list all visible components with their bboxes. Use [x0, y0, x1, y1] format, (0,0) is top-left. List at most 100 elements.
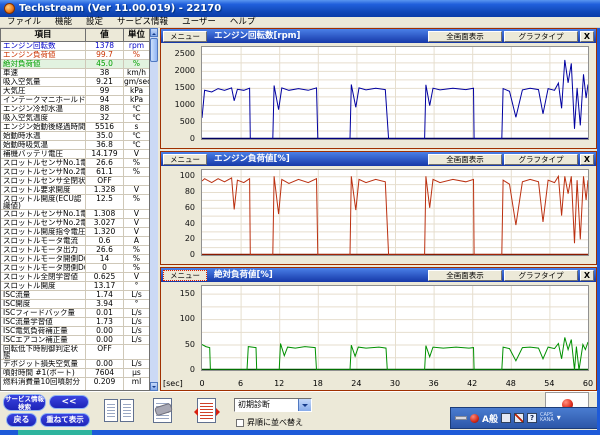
ime-orb-icon[interactable]: [470, 414, 479, 423]
table-cell: V: [124, 228, 149, 236]
sort-ascending-checkbox[interactable]: [236, 419, 244, 427]
table-row[interactable]: スロットルモータ閉側Duty比0%: [1, 264, 149, 273]
table-row[interactable]: ISC流量1.74L/s: [1, 291, 149, 300]
table-cell: 1.320: [86, 228, 124, 236]
table-row[interactable]: エンジン始動後経過時間5516s: [1, 123, 149, 132]
table-row[interactable]: デポジット損失空気量0.00L/s: [1, 360, 149, 369]
graph-type-button[interactable]: グラフタイプ: [504, 270, 578, 281]
table-row[interactable]: 車速38km/h: [1, 69, 149, 78]
ime-brush-icon[interactable]: [514, 413, 524, 423]
table-cell: V: [124, 210, 149, 218]
table-row[interactable]: エンジン冷却水温88℃: [1, 105, 149, 114]
table-cell: ISC開度: [1, 300, 86, 308]
table-row[interactable]: 燃料消費量10回噴射分0.209ml: [1, 378, 149, 390]
table-row[interactable]: スロットルセンサNo.1電圧比26.6%: [1, 159, 149, 168]
close-icon[interactable]: X: [580, 31, 594, 42]
table-row[interactable]: エンジン回転数1378rpm: [1, 42, 149, 51]
menu-item[interactable]: サービス情報: [110, 17, 175, 28]
fullscreen-button[interactable]: 全画面表示: [428, 154, 502, 165]
y-tick-label: 0: [161, 135, 195, 143]
table-cell: 3.027: [86, 219, 124, 227]
collapse-button[interactable]: <<: [49, 395, 89, 409]
menu-button[interactable]: メニュー: [163, 31, 207, 42]
title-bar[interactable]: Techstream (Ver 11.00.019) - 22170: [0, 0, 600, 17]
ime-help-icon[interactable]: ?: [527, 413, 537, 423]
table-row[interactable]: スロットルモータ開側Duty比14%: [1, 255, 149, 264]
graph-type-button[interactable]: グラフタイプ: [504, 31, 578, 42]
table-cell: ℃: [124, 132, 149, 140]
menu-item[interactable]: ファイル: [0, 17, 48, 28]
table-row[interactable]: 噴射時間 #1(ポート)7604μs: [1, 369, 149, 378]
menu-item[interactable]: 機能: [48, 17, 79, 28]
charts-area: メニュー エンジン回転数[rpm] 全画面表示 グラフタイプ X 0500100…: [158, 28, 600, 391]
close-icon[interactable]: X: [580, 154, 594, 165]
chevron-down-icon[interactable]: [298, 399, 311, 411]
table-row[interactable]: 絶対負荷値45.0%: [1, 60, 149, 69]
table-row[interactable]: 吸入空気量9.21gm/sec: [1, 78, 149, 87]
table-row[interactable]: 大気圧99kPa: [1, 87, 149, 96]
table-row[interactable]: ISC流量学習値1.73L/s: [1, 318, 149, 327]
snapshot-record-button[interactable]: [146, 396, 180, 426]
scrollbar-thumb[interactable]: [150, 38, 158, 62]
scroll-down-icon[interactable]: [150, 382, 158, 391]
service-info-search-button[interactable]: サービス情報検索: [3, 394, 46, 411]
table-scrollbar[interactable]: [150, 28, 158, 391]
table-row[interactable]: 始動時吸気温36.8℃: [1, 141, 149, 150]
table-cell: ISC流量学習値: [1, 318, 86, 326]
table-row[interactable]: エンジン負荷値99.7%: [1, 51, 149, 60]
table-row[interactable]: スロットルセンサNo.1電圧1.308V: [1, 210, 149, 219]
y-tick-label: 20: [161, 235, 195, 243]
table-cell: 燃料消費量10回噴射分: [1, 378, 86, 390]
menu-item[interactable]: 設定: [79, 17, 110, 28]
table-row[interactable]: スロットル開度(ECU認識値)12.5%: [1, 195, 149, 210]
data-table: 項目 値 単位 エンジン回転数1378rpmエンジン負荷値99.7%絶対負荷値4…: [0, 28, 150, 391]
sort-ascending-option[interactable]: 昇順に並べ替え: [236, 417, 303, 428]
table-row[interactable]: ISCエアコン補正量0.00L/s: [1, 336, 149, 345]
table-cell: 38: [86, 69, 124, 77]
fullscreen-button[interactable]: 全画面表示: [428, 270, 502, 281]
minimize-dash-icon[interactable]: [455, 416, 467, 420]
col-header-unit: 単位: [124, 29, 149, 41]
table-row[interactable]: 回転低下時制御判定状態OFF: [1, 345, 149, 360]
menu-item[interactable]: ユーザー: [175, 17, 223, 28]
table-row[interactable]: スロットルセンサNo.2電圧比61.1%: [1, 168, 149, 177]
menu-button[interactable]: メニュー: [163, 154, 207, 165]
table-cell: 61.1: [86, 168, 124, 176]
scroll-up-icon[interactable]: [150, 28, 158, 37]
menu-item[interactable]: ヘルプ: [223, 17, 263, 28]
close-icon[interactable]: X: [580, 270, 594, 281]
table-row[interactable]: 補機バッテリ電圧14.179V: [1, 150, 149, 159]
table-cell: kPa: [124, 96, 149, 104]
menu-bar: ファイル機能設定サービス情報ユーザーヘルプ: [0, 17, 600, 28]
overlay-display-button[interactable]: 重ねて表示: [40, 413, 90, 427]
table-cell: L/s: [124, 318, 149, 326]
table-row[interactable]: スロットル開度指令電圧1.320V: [1, 228, 149, 237]
table-row[interactable]: ISC電気負荷補正量0.00L/s: [1, 327, 149, 336]
diagnosis-mode-select[interactable]: 初期診断: [234, 398, 312, 412]
data-replay-button[interactable]: [190, 396, 224, 426]
list-view-button[interactable]: [102, 396, 136, 426]
table-row[interactable]: 吸入空気温度32℃: [1, 114, 149, 123]
y-tick-label: 1000: [161, 101, 195, 109]
fullscreen-button[interactable]: 全画面表示: [428, 31, 502, 42]
ime-input-mode[interactable]: A般: [482, 412, 498, 425]
table-row[interactable]: スロットルモータ電流0.6A: [1, 237, 149, 246]
x-tick-label: 36: [426, 379, 442, 388]
table-row[interactable]: スロットルモータ出力26.6%: [1, 246, 149, 255]
table-row[interactable]: 始動時水温35.0℃: [1, 132, 149, 141]
table-row[interactable]: スロットル全閉学習値0.625V: [1, 273, 149, 282]
table-row[interactable]: ISCフィードバック量0.01L/s: [1, 309, 149, 318]
menu-button[interactable]: メニュー: [163, 270, 207, 281]
table-cell: %: [124, 246, 149, 254]
table-cell: スロットルセンサNo.1電圧比: [1, 159, 86, 167]
table-row[interactable]: スロットル開度13.17°: [1, 282, 149, 291]
table-row[interactable]: ISC開度3.94°: [1, 300, 149, 309]
ime-palette-icon[interactable]: [501, 413, 511, 423]
return-button[interactable]: 戻る: [6, 413, 37, 427]
table-row[interactable]: スロットルセンサNo.2電圧3.027V: [1, 219, 149, 228]
table-row[interactable]: インテークマニホールド圧94kPa: [1, 96, 149, 105]
graph-type-button[interactable]: グラフタイプ: [504, 154, 578, 165]
table-row[interactable]: スロットルセンサ全閉状態OFF: [1, 177, 149, 186]
table-row[interactable]: スロットル要求開度1.328V: [1, 186, 149, 195]
ime-collapse-icon[interactable]: ▾: [557, 414, 561, 422]
